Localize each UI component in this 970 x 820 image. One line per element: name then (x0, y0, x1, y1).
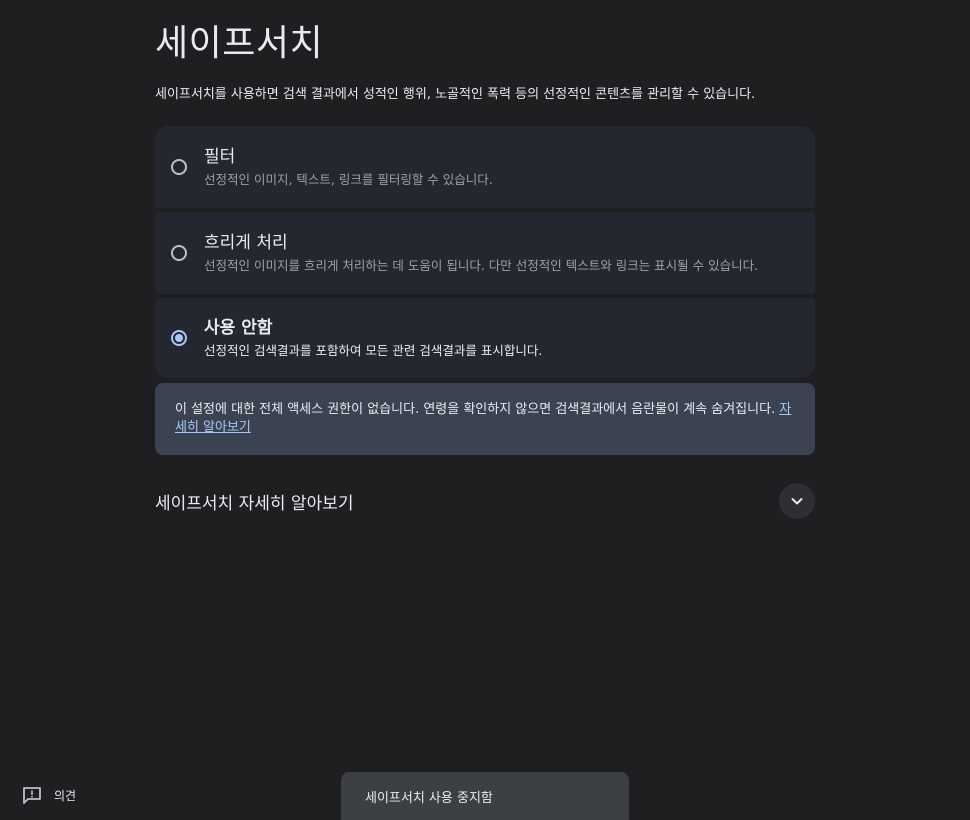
notice-text: 이 설정에 대한 전체 액세스 권한이 없습니다. 연령을 확인하지 않으면 검… (175, 402, 780, 417)
access-notice: 이 설정에 대한 전체 액세스 권한이 없습니다. 연령을 확인하지 않으면 검… (155, 383, 815, 455)
option-off-text: 사용 안함 선정적인 검색결과를 포함하여 모든 관련 검색결과를 표시합니다. (204, 317, 542, 359)
feedback-icon (23, 787, 41, 804)
radio-filter[interactable] (171, 159, 187, 175)
radio-off[interactable] (171, 330, 187, 346)
option-label: 필터 (204, 147, 236, 167)
option-filter[interactable]: 필터 선정적인 이미지, 텍스트, 링크를 필터링할 수 있습니다. (155, 126, 815, 208)
feedback-label: 의견 (54, 789, 77, 803)
learn-more-section[interactable]: 세이프서치 자세히 알아보기 (155, 483, 815, 519)
toast-message: 세이프서치 사용 중지함 (341, 772, 629, 820)
safesearch-page: 세이프서치 세이프서치를 사용하면 검색 결과에서 성적인 행위, 노골적인 폭… (0, 0, 970, 820)
page-description: 세이프서치를 사용하면 검색 결과에서 성적인 행위, 노골적인 폭력 등의 선… (155, 87, 756, 102)
main-content: 세이프서치 세이프서치를 사용하면 검색 결과에서 성적인 행위, 노골적인 폭… (155, 0, 815, 519)
option-label: 흐리게 처리 (204, 233, 288, 253)
option-blur-text: 흐리게 처리 선정적인 이미지를 흐리게 처리하는 데 도움이 됩니다. 다만 … (204, 232, 758, 274)
option-description: 선정적인 이미지, 텍스트, 링크를 필터링할 수 있습니다. (204, 172, 493, 187)
option-label: 사용 안함 (204, 318, 273, 338)
learn-more-title: 세이프서치 자세히 알아보기 (155, 493, 354, 514)
page-title: 세이프서치 (155, 23, 324, 64)
option-description: 선정적인 검색결과를 포함하여 모든 관련 검색결과를 표시합니다. (204, 343, 543, 358)
chevron-down-icon (791, 498, 803, 505)
option-blur[interactable]: 흐리게 처리 선정적인 이미지를 흐리게 처리하는 데 도움이 됩니다. 다만 … (155, 212, 815, 294)
feedback-button[interactable]: 의견 (22, 786, 76, 805)
option-filter-text: 필터 선정적인 이미지, 텍스트, 링크를 필터링할 수 있습니다. (204, 146, 493, 188)
option-description: 선정적인 이미지를 흐리게 처리하는 데 도움이 됩니다. 다만 선정적인 텍스… (204, 258, 759, 273)
option-off[interactable]: 사용 안함 선정적인 검색결과를 포함하여 모든 관련 검색결과를 표시합니다. (155, 298, 815, 378)
radio-blur[interactable] (171, 245, 187, 261)
safesearch-options: 필터 선정적인 이미지, 텍스트, 링크를 필터링할 수 있습니다. 흐리게 처… (155, 126, 815, 378)
expand-button[interactable] (779, 483, 815, 519)
